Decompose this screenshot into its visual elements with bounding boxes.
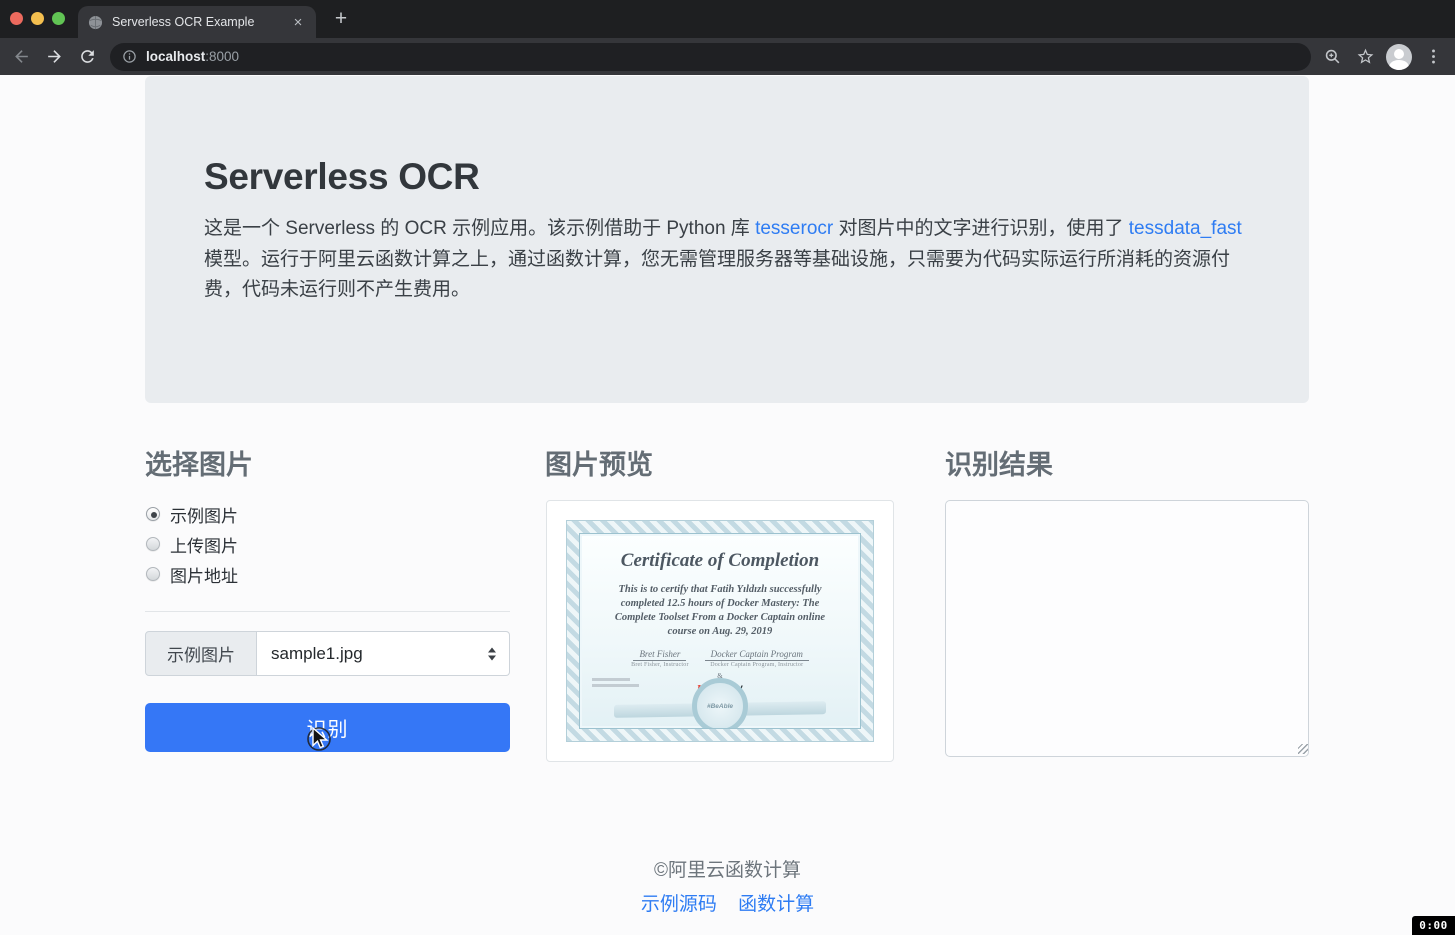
function-compute-link[interactable]: 函数计算 [738,894,814,915]
forward-arrow-icon [47,50,61,63]
hero-desc-text-2: 对图片中的文字进行识别，使用了 [833,218,1129,239]
url-text: localhost:8000 [146,49,239,64]
star-outline-icon [1357,48,1373,64]
avatar-body-shape [1389,59,1409,70]
browser-toolbar: localhost:8000 [0,38,1455,75]
address-bar[interactable]: localhost:8000 [110,42,1311,71]
page-title: Serverless OCR [204,156,480,197]
select-arrows-icon [488,647,496,660]
tesserocr-link[interactable]: tesserocr [755,218,833,239]
signature-1-caption: Bret Fisher, Instructor [631,662,689,668]
zoom-page-button[interactable] [1320,45,1344,69]
source-code-link[interactable]: 示例源码 [641,894,717,915]
hero-jumbotron: Serverless OCR 这是一个 Serverless 的 OCR 示例应… [145,76,1309,403]
magnifier-plus-icon [1325,49,1339,64]
new-tab-button[interactable]: + [330,8,352,29]
traffic-lights [10,11,65,25]
kebab-menu-icon [1431,49,1435,64]
sample-select-label: 示例图片 [145,631,257,676]
radio-label-url: 图片地址 [170,566,238,586]
recording-timer: 0:00 [1412,916,1455,935]
certificate-image: Certificate of Completion This is to cer… [566,520,874,742]
forward-button[interactable] [42,45,66,69]
certificate-title: Certificate of Completion [620,550,820,571]
page-info-icon[interactable] [122,49,137,64]
certificate-body-text: This is to certify that Fatih Yıldızlı s… [614,584,826,637]
back-button[interactable] [9,45,33,69]
radio-image-url[interactable] [146,567,160,581]
browser-tab[interactable]: Serverless OCR Example × [78,6,316,38]
globe-favicon-icon [88,15,103,29]
select-image-heading: 选择图片 [145,450,253,480]
bookmark-button[interactable] [1353,45,1377,69]
reload-icon [80,50,94,63]
page-content: Serverless OCR 这是一个 Serverless 的 OCR 示例应… [0,75,1455,935]
preview-heading: 图片预览 [545,450,653,480]
sample-select-group: 示例图片 sample1.jpg [145,631,510,676]
hero-description: 这是一个 Serverless 的 OCR 示例应用。该示例借助于 Python… [204,214,1259,306]
hero-desc-text-1: 这是一个 Serverless 的 OCR 示例应用。该示例借助于 Python… [204,218,756,239]
avatar-head-shape [1394,48,1404,59]
signature-2-name: Docker Captain Program [704,649,809,661]
certificate-inner: Certificate of Completion This is to cer… [579,533,861,729]
recognize-button[interactable]: 识别 [145,703,510,752]
radio-row-sample[interactable]: 示例图片 [146,499,510,529]
browser-window: Serverless OCR Example × + localhost:800… [0,0,1455,935]
radio-sample-image[interactable] [146,507,160,521]
image-source-radio-group: 示例图片 上传图片 图片地址 [146,499,510,589]
tab-title: Serverless OCR Example [112,15,255,29]
signature-1-name: Bret Fisher [633,649,687,661]
url-port: :8000 [205,49,240,64]
result-heading: 识别结果 [945,450,1053,480]
browser-titlebar: Serverless OCR Example × + [0,0,1455,38]
minimize-window-button[interactable] [31,11,44,25]
radio-label-sample: 示例图片 [170,506,238,526]
footer-copyright: ©阿里云函数计算 [654,860,801,881]
tessdata-fast-link[interactable]: tessdata_fast [1129,218,1242,239]
section-divider [145,611,510,612]
radio-upload-image[interactable] [146,537,160,551]
certificate-signatures: Bret Fisher Bret Fisher, Instructor Dock… [580,649,860,668]
url-host: localhost [146,49,206,64]
result-textarea[interactable] [945,500,1309,757]
close-window-button[interactable] [10,11,23,25]
selected-sample-value: sample1.jpg [271,643,363,663]
signature-2-caption: Docker Captain Program, Instructor [710,662,804,668]
profile-avatar[interactable] [1386,43,1412,70]
back-arrow-icon [14,50,28,63]
certificate-seal: #BeAble [692,678,748,728]
sample-file-select[interactable]: sample1.jpg [257,631,510,676]
radio-row-url[interactable]: 图片地址 [146,559,510,589]
seal-text: #BeAble [706,702,733,710]
preview-card: Certificate of Completion This is to cer… [546,500,894,762]
footer-links: 示例源码 函数计算 [0,889,1455,916]
browser-menu-button[interactable] [1421,45,1445,69]
radio-row-upload[interactable]: 上传图片 [146,529,510,559]
reload-button[interactable] [75,45,99,69]
zoom-window-button[interactable] [52,11,65,25]
close-tab-icon[interactable]: × [290,15,306,30]
certificate-number-lines [592,678,639,690]
radio-label-upload: 上传图片 [170,536,238,556]
hero-desc-text-3: 模型。运行于阿里云函数计算之上，通过函数计算，您无需管理服务器等基础设施，只需要… [204,248,1231,301]
